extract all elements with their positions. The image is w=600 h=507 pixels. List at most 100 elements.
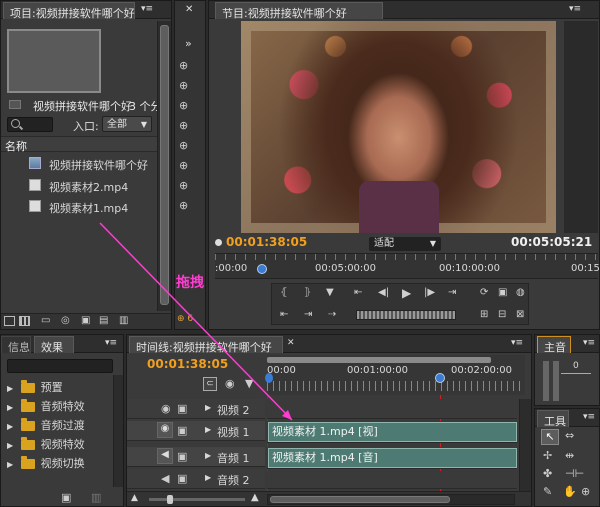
audio-clip[interactable]: 视频素材 1.mp4 [音] xyxy=(268,448,517,468)
project-panel-menu-icon[interactable]: ▾≡ xyxy=(141,4,153,14)
step-forward-icon[interactable]: |▶ xyxy=(424,287,435,298)
extract-icon[interactable]: ⇥ xyxy=(304,309,312,320)
list-item[interactable]: 视频素材1.mp4 xyxy=(1,197,157,217)
mark-out-icon[interactable]: ⦄ xyxy=(304,287,311,298)
lift-icon[interactable]: ⇤ xyxy=(280,309,288,320)
expand-triangle-icon[interactable]: ▶ xyxy=(205,473,211,482)
effects-scrollbar[interactable] xyxy=(113,375,123,487)
delete-icon[interactable]: ▥ xyxy=(119,315,128,326)
list-item[interactable]: ▶ 视频特效 xyxy=(1,436,113,455)
marker-icon[interactable]: ▼ xyxy=(326,287,334,298)
prev-edit-icon[interactable]: ⇢ xyxy=(328,309,336,320)
track-lane[interactable] xyxy=(267,399,517,419)
tab-timeline[interactable]: 时间线:视频拼接软件哪个好 xyxy=(129,336,283,354)
list-item[interactable]: ▶ 音频特效 xyxy=(1,398,113,417)
expand-icon[interactable]: » xyxy=(185,37,192,50)
loop-icon[interactable]: ⟳ xyxy=(480,287,488,298)
rate-stretch-tool-icon[interactable]: ✤ xyxy=(543,467,552,480)
expand-triangle-icon[interactable]: ▶ xyxy=(7,422,13,431)
project-scroll-thumb[interactable] xyxy=(160,25,169,305)
icon-view-icon[interactable] xyxy=(19,316,30,326)
list-item[interactable]: 视频拼接软件哪个好 xyxy=(1,154,157,174)
lock-icon[interactable]: ▣ xyxy=(177,424,187,437)
expand-triangle-icon[interactable]: ▶ xyxy=(7,403,13,412)
hand-tool-icon[interactable]: ✋ xyxy=(563,485,577,498)
program-panel-menu-icon[interactable]: ▾≡ xyxy=(569,4,581,14)
lock-icon[interactable]: ▣ xyxy=(177,450,187,463)
multicam-icon[interactable]: ⊠ xyxy=(516,309,524,320)
expand-triangle-icon[interactable]: ▶ xyxy=(205,403,211,412)
timeline-playhead-handle[interactable] xyxy=(435,373,445,383)
zoom-slider[interactable] xyxy=(149,498,245,501)
zoom-in-icon[interactable]: ▲ xyxy=(251,492,259,503)
track-lane[interactable] xyxy=(267,471,517,489)
new-item-icon[interactable]: ▤ xyxy=(99,315,108,326)
safe-margins-icon[interactable]: ▣ xyxy=(498,287,507,298)
project-scrollbar[interactable] xyxy=(157,21,171,311)
track-select-tool-icon[interactable]: ⇔ xyxy=(565,429,574,442)
track-header[interactable]: ◀ ▣ ▶ 音频 1 xyxy=(127,447,265,467)
effects-panel-menu-icon[interactable]: ▾≡ xyxy=(105,338,117,348)
marker-add-icon[interactable]: ◉ xyxy=(225,377,235,390)
tab-tools[interactable]: 工具 xyxy=(537,410,569,428)
eye-icon[interactable]: ◉ xyxy=(157,422,173,438)
tab-master[interactable]: 主音 xyxy=(537,336,571,354)
tab-program[interactable]: 节目:视频拼接软件哪个好 xyxy=(215,2,383,20)
program-current-timecode[interactable]: 00:01:38:05 xyxy=(226,235,307,249)
timeline-panel-menu-icon[interactable]: ▾≡ xyxy=(511,338,523,348)
zoom-out-icon[interactable]: ▲ xyxy=(131,493,138,503)
new-bin-icon[interactable]: ▣ xyxy=(61,491,71,504)
expand-triangle-icon[interactable]: ▶ xyxy=(7,384,13,393)
ripple-edit-tool-icon[interactable]: ✢ xyxy=(543,449,552,462)
pen-tool-icon[interactable]: ✎ xyxy=(543,485,552,498)
lock-icon[interactable]: ▣ xyxy=(177,472,187,485)
selection-tool-icon[interactable]: ↖ xyxy=(541,429,559,445)
timeline-timecode[interactable]: 00:01:38:05 xyxy=(147,357,228,371)
play-icon[interactable]: ▶ xyxy=(402,286,411,300)
lock-icon[interactable]: ▣ xyxy=(177,402,187,415)
master-panel-menu-icon[interactable]: ▾≡ xyxy=(583,338,595,348)
list-item[interactable]: ▶ 预置 xyxy=(1,379,113,398)
go-to-in-icon[interactable]: ⇤ xyxy=(354,287,362,298)
marker-icon[interactable]: ▼ xyxy=(245,377,253,390)
effects-search-field[interactable] xyxy=(7,359,113,373)
work-area-bar[interactable] xyxy=(267,357,491,363)
zoom-tool-icon[interactable]: ⊕ xyxy=(581,485,590,498)
expand-triangle-icon[interactable]: ▶ xyxy=(205,451,211,460)
list-item[interactable]: 视频素材2.mp4 xyxy=(1,176,157,196)
search-field[interactable] xyxy=(7,117,53,132)
output-icon[interactable]: ◍ xyxy=(516,287,525,298)
track-header[interactable]: ◀ ▣ ▶ 音频 2 xyxy=(127,469,265,489)
list-header[interactable]: 名称 xyxy=(1,136,157,153)
eye-icon[interactable]: ◉ xyxy=(161,402,171,415)
panel-footer-icon[interactable]: ⊕ 6 xyxy=(177,314,203,326)
expand-triangle-icon[interactable]: ▶ xyxy=(7,441,13,450)
find-icon[interactable]: ◎ xyxy=(61,315,70,326)
track-header[interactable]: ◉ ▣ ▶ 视频 1 xyxy=(127,421,265,441)
delete-icon[interactable]: ▥ xyxy=(91,491,101,504)
timeline-close-icon[interactable]: ✕ xyxy=(287,338,295,348)
razor-tool-icon[interactable]: ⊣⊢ xyxy=(565,467,584,480)
rolling-edit-tool-icon[interactable]: ⇹ xyxy=(565,449,574,462)
tools-panel-menu-icon[interactable]: ▾≡ xyxy=(583,412,595,422)
horizontal-scrollbar[interactable] xyxy=(267,494,515,505)
speaker-icon[interactable]: ◀ xyxy=(157,448,173,464)
track-header[interactable]: ◉ ▣ ▶ 视频 2 xyxy=(127,399,265,419)
automate-icon[interactable]: ▭ xyxy=(41,315,50,326)
in-dropdown[interactable]: 全部 ▼ xyxy=(102,116,152,132)
snap-icon[interactable]: ⊂ xyxy=(203,377,217,391)
tab-effects[interactable]: 效果 xyxy=(34,336,74,354)
trim-icon[interactable]: ⊞ xyxy=(480,309,488,320)
timeline-scrollbar[interactable] xyxy=(519,399,531,491)
go-to-out-icon[interactable]: ⇥ xyxy=(448,287,456,298)
list-item[interactable]: ▶ 视频切换 xyxy=(1,455,113,474)
speaker-icon[interactable]: ◀ xyxy=(161,472,169,485)
horizontal-scroll-thumb[interactable] xyxy=(270,496,450,503)
tab-info[interactable]: 信息 xyxy=(1,336,31,354)
fit-dropdown[interactable]: 适配 ▼ xyxy=(369,237,441,251)
expand-triangle-icon[interactable]: ▶ xyxy=(205,425,211,434)
export-frame-icon[interactable]: ⊟ xyxy=(498,309,506,320)
program-playhead[interactable] xyxy=(257,264,267,274)
step-back-icon[interactable]: ◀| xyxy=(378,287,389,298)
zoom-slider-thumb[interactable] xyxy=(167,495,173,504)
